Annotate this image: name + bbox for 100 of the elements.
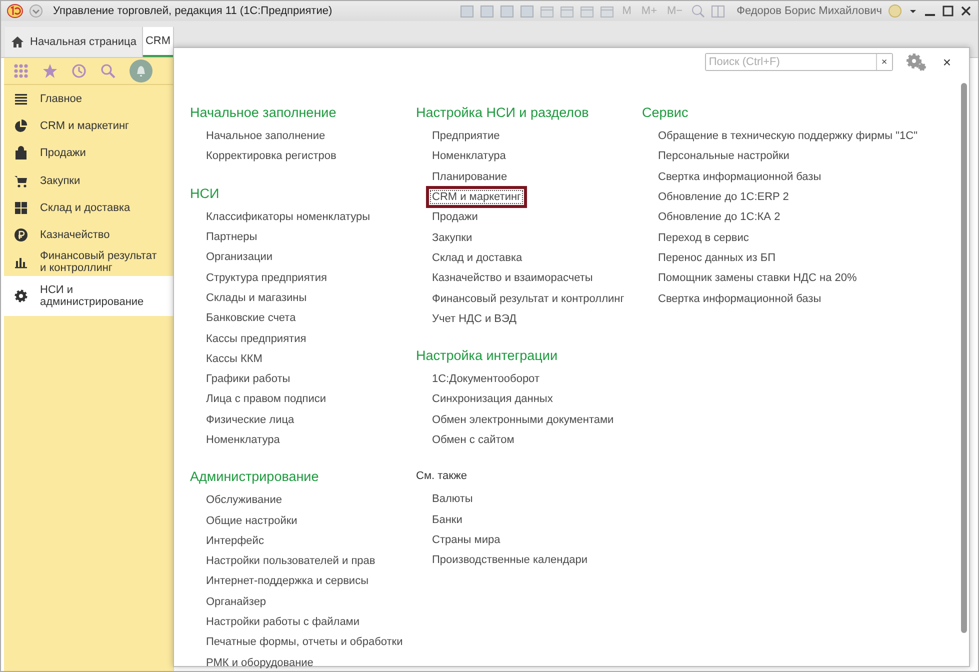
section-heading: Настройка НСИ и разделов	[416, 104, 590, 122]
sidebar-item[interactable]: Продажи	[4, 140, 173, 167]
search-icon[interactable]	[100, 63, 116, 79]
tab[interactable]: CRM	[143, 27, 174, 57]
apps-icon[interactable]	[13, 63, 29, 79]
list-icon	[14, 92, 28, 106]
nav-link[interactable]: Настройки пользователей и прав	[206, 555, 376, 568]
nav-link[interactable]: Обслуживание	[206, 494, 282, 506]
section-heading: НСИ	[190, 184, 220, 203]
menu-icon[interactable]	[29, 4, 43, 18]
history-icon[interactable]	[71, 63, 87, 79]
nav-link[interactable]: Финансовый результат и контроллинг	[432, 292, 624, 305]
tab[interactable]: Начальная страница	[5, 27, 144, 57]
nav-link[interactable]: Кассы ККМ	[206, 352, 262, 365]
nav-link[interactable]: Казначейство и взаиморасчеты	[432, 272, 593, 284]
sidebar-item[interactable]: НСИ и администрирование	[4, 276, 173, 316]
nav-link[interactable]: Обновление до 1С:КА 2	[658, 211, 780, 224]
grid-icon	[14, 200, 28, 215]
nav-link[interactable]: Учет НДС и ВЭД	[432, 312, 516, 325]
nav-link[interactable]: Печатные формы, отчеты и обработки	[206, 636, 403, 648]
toolbar-icon[interactable]	[560, 4, 574, 18]
nav-link[interactable]: Свертка информационной базы	[658, 292, 822, 305]
nav-link[interactable]: Корректировка регистров	[206, 150, 336, 162]
section-heading: Сервис	[642, 104, 690, 122]
nav-link[interactable]: РМК и оборудование	[206, 656, 314, 669]
nav-link[interactable]: Склады и магазины	[206, 292, 307, 304]
sidebar-item[interactable]: Закупки	[4, 166, 173, 194]
nav-link[interactable]: Обмен электронными документами	[432, 414, 614, 426]
settings-icon[interactable]	[904, 52, 927, 72]
nav-link[interactable]: Общие настройки	[206, 514, 298, 527]
bag-icon	[14, 146, 28, 160]
bell-icon[interactable]	[129, 59, 153, 83]
nav-link[interactable]: Склад и доставка	[432, 252, 522, 264]
nav-link[interactable]: Обмен с сайтом	[432, 434, 514, 446]
nav-link[interactable]: Предприятие	[432, 130, 500, 142]
nav-link[interactable]: Настройки работы с файлами	[206, 616, 360, 628]
nav-link[interactable]: Помощник замены ставки НДС на 20%	[658, 272, 857, 284]
star-icon[interactable]	[42, 63, 58, 79]
nav-link[interactable]: Обновление до 1С:ERP 2	[658, 191, 789, 204]
nav-link[interactable]: Графики работы	[206, 373, 290, 386]
nav-link[interactable]: Свертка информационной базы	[658, 170, 822, 183]
nav-link[interactable]: Кассы предприятия	[206, 332, 306, 345]
nav-link[interactable]: Переход в сервис	[658, 232, 749, 244]
section-heading: Администрирование	[190, 468, 320, 486]
close-icon[interactable]	[960, 5, 972, 17]
nav-link[interactable]: Страны мира	[432, 534, 500, 546]
toolbar-icon[interactable]	[500, 4, 514, 18]
nav-link[interactable]: Номенклатура	[432, 150, 506, 162]
nav-link[interactable]: Обращение в техническую поддержку фирмы "1С"	[658, 130, 918, 142]
nav-link[interactable]: Интерфейс	[206, 534, 264, 547]
logo-icon	[7, 4, 23, 18]
nav-link[interactable]: CRM и маркетинг	[426, 186, 528, 208]
gear-icon	[14, 289, 28, 304]
toolbar-icon[interactable]	[540, 4, 554, 18]
bar-chart-icon	[14, 255, 28, 270]
toolbar-icon[interactable]	[520, 4, 534, 18]
sidebar-item[interactable]: Финансовый результат и контроллинг	[4, 248, 173, 276]
section-heading: Начальное заполнение	[190, 104, 338, 122]
cart-icon	[14, 174, 28, 188]
nav-link[interactable]: Классификаторы номенклатуры	[206, 210, 370, 223]
nav-link[interactable]: Планирование	[432, 170, 508, 183]
toolbar-icon[interactable]	[480, 4, 494, 18]
zoom-icon[interactable]	[690, 4, 705, 18]
sidebar-item[interactable]: Казначейство	[4, 221, 173, 249]
nav-link[interactable]: Номенклатура	[206, 434, 280, 446]
toolbar-icon[interactable]	[580, 4, 594, 18]
nav-link[interactable]: Лица с правом подписи	[206, 393, 326, 406]
nav-link[interactable]: Закупки	[432, 232, 472, 244]
panels-icon[interactable]	[710, 4, 725, 18]
nav-link[interactable]: Начальное заполнение	[206, 130, 326, 142]
coin-icon	[14, 228, 28, 242]
nav-link[interactable]: 1С:Документооборот	[432, 373, 540, 386]
nav-link[interactable]: Производственные календари	[432, 554, 588, 566]
user-name[interactable]: Федоров Борис Михайлович	[736, 5, 882, 17]
nav-link[interactable]: Персональные настройки	[658, 150, 790, 162]
sidebar-item[interactable]: Склад и доставка	[4, 194, 173, 222]
nav-link[interactable]: Банки	[432, 514, 462, 526]
nav-link[interactable]: Органайзер	[206, 596, 266, 608]
nav-link[interactable]: Партнеры	[206, 231, 258, 244]
nav-link[interactable]: Физические лица	[206, 414, 294, 426]
nav-link[interactable]: Продажи	[432, 211, 478, 224]
sidebar-item[interactable]: Главное	[4, 85, 173, 112]
nav-link[interactable]: Синхронизация данных	[432, 393, 553, 406]
nav-link[interactable]: Интернет-поддержка и сервисы	[206, 575, 368, 588]
window-title: Управление торговлей, редакция 11 (1С:Предприятие)	[53, 5, 332, 17]
clear-button[interactable]: ×	[876, 54, 892, 70]
see-also-label: См. также	[416, 469, 468, 484]
home-icon	[11, 36, 24, 48]
nav-link[interactable]: Перенос данных из БП	[658, 252, 776, 264]
nav-link[interactable]: Структура предприятия	[206, 272, 327, 284]
toolbar-icon[interactable]	[600, 4, 614, 18]
sidebar-item[interactable]: CRM и маркетинг	[4, 112, 173, 140]
nav-link[interactable]: Валюты	[432, 493, 473, 506]
nav-link[interactable]: Банковские счета	[206, 312, 296, 324]
maximize-icon[interactable]	[942, 5, 954, 17]
close-button[interactable]: ×	[938, 54, 955, 70]
nav-link[interactable]: Организации	[206, 251, 273, 264]
pie-chart-icon	[14, 118, 28, 133]
toolbar-icon[interactable]	[460, 4, 474, 18]
search-field[interactable]: Поиск (Ctrl+F) ×	[704, 53, 893, 71]
